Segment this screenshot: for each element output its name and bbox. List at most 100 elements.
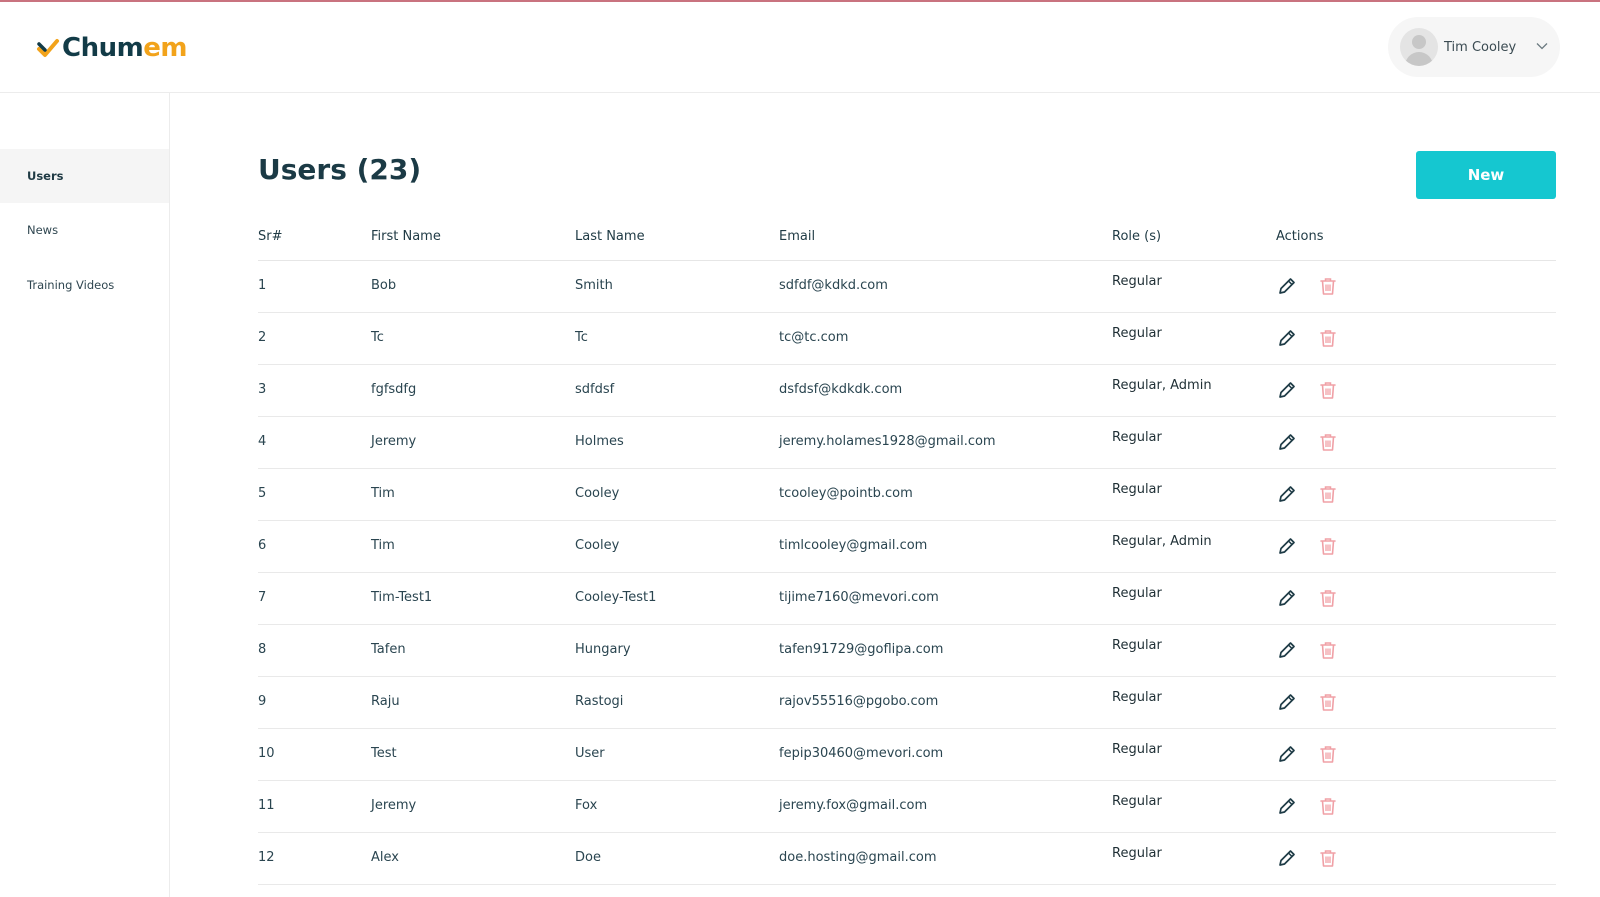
user-menu[interactable]: Tim Cooley — [1388, 17, 1560, 77]
delete-button[interactable] — [1317, 379, 1339, 401]
cell-email: timlcooley@gmail.com — [779, 538, 928, 553]
cell-first-name: Jeremy — [371, 798, 417, 813]
sidebar-item-training-videos[interactable]: Training Videos — [0, 258, 169, 312]
pencil-icon — [1276, 587, 1298, 609]
trash-icon — [1317, 431, 1339, 453]
delete-button[interactable] — [1317, 639, 1339, 661]
cell-first-name: Tim-Test1 — [371, 590, 433, 605]
table-row: 6 Tim Cooley timlcooley@gmail.com Regular, A… — [258, 521, 1556, 573]
edit-button[interactable] — [1276, 691, 1298, 713]
page-title: Users (23) — [258, 153, 422, 186]
cell-roles: Regular — [1112, 690, 1162, 705]
table-body: 1 Bob Smith sdfdf@kdkd.com Regular 2 Tc Tc tc@tc… — [258, 261, 1556, 885]
delete-button[interactable] — [1317, 587, 1339, 609]
table-row: 10 Test User fepip30460@mevori.com Regular — [258, 729, 1556, 781]
delete-button[interactable] — [1317, 847, 1339, 869]
cell-sr: 3 — [258, 382, 267, 397]
cell-last-name: Rastogi — [575, 694, 624, 709]
cell-roles: Regular — [1112, 482, 1162, 497]
cell-first-name: Tim — [371, 538, 395, 553]
cell-roles: Regular — [1112, 846, 1162, 861]
cell-email: tijime7160@mevori.com — [779, 590, 939, 605]
cell-email: doe.hosting@gmail.com — [779, 850, 937, 865]
cell-sr: 9 — [258, 694, 267, 709]
cell-last-name: Holmes — [575, 434, 624, 449]
cell-roles: Regular — [1112, 274, 1162, 289]
edit-button[interactable] — [1276, 587, 1298, 609]
cell-first-name: Jeremy — [371, 434, 417, 449]
table-row: 11 Jeremy Fox jeremy.fox@gmail.com Regular — [258, 781, 1556, 833]
cell-first-name: fgfsdfg — [371, 382, 417, 397]
trash-icon — [1317, 847, 1339, 869]
sidebar-item-news[interactable]: News — [0, 203, 169, 257]
edit-button[interactable] — [1276, 275, 1298, 297]
edit-button[interactable] — [1276, 847, 1298, 869]
trash-icon — [1317, 691, 1339, 713]
logo[interactable]: Chumem — [36, 32, 187, 64]
trash-icon — [1317, 275, 1339, 297]
table-row: 4 Jeremy Holmes jeremy.holames1928@gmail.co… — [258, 417, 1556, 469]
delete-button[interactable] — [1317, 431, 1339, 453]
new-user-button[interactable]: New — [1416, 151, 1556, 199]
cell-first-name: Test — [371, 746, 397, 761]
cell-first-name: Tim — [371, 486, 395, 501]
cell-last-name: Fox — [575, 798, 598, 813]
cell-last-name: sdfdsf — [575, 382, 615, 397]
cell-last-name: Hungary — [575, 642, 631, 657]
table-row: 2 Tc Tc tc@tc.com Regular — [258, 313, 1556, 365]
cell-sr: 10 — [258, 746, 275, 761]
pencil-icon — [1276, 691, 1298, 713]
table-row: 1 Bob Smith sdfdf@kdkd.com Regular — [258, 261, 1556, 313]
pencil-icon — [1276, 379, 1298, 401]
chevron-down-icon[interactable] — [1536, 42, 1548, 50]
trash-icon — [1317, 587, 1339, 609]
trash-icon — [1317, 379, 1339, 401]
cell-sr: 8 — [258, 642, 267, 657]
edit-button[interactable] — [1276, 743, 1298, 765]
table-row: 12 Alex Doe doe.hosting@gmail.com Regular — [258, 833, 1556, 885]
edit-button[interactable] — [1276, 379, 1298, 401]
edit-button[interactable] — [1276, 483, 1298, 505]
column-header-roles: Role (s) — [1112, 229, 1162, 244]
delete-button[interactable] — [1317, 483, 1339, 505]
cell-last-name: Cooley — [575, 486, 620, 501]
delete-button[interactable] — [1317, 327, 1339, 349]
cell-last-name: Cooley-Test1 — [575, 590, 657, 605]
trash-icon — [1317, 535, 1339, 557]
cell-last-name: Tc — [575, 330, 588, 345]
edit-button[interactable] — [1276, 535, 1298, 557]
cell-roles: Regular — [1112, 794, 1162, 809]
delete-button[interactable] — [1317, 535, 1339, 557]
cell-roles: Regular — [1112, 430, 1162, 445]
sidebar-item-users[interactable]: Users — [0, 149, 169, 203]
edit-button[interactable] — [1276, 639, 1298, 661]
cell-sr: 11 — [258, 798, 275, 813]
cell-sr: 4 — [258, 434, 267, 449]
cell-sr: 2 — [258, 330, 267, 345]
logo-text: Chumem — [62, 33, 187, 63]
delete-button[interactable] — [1317, 691, 1339, 713]
table-row: 9 Raju Rastogi rajov55516@pgobo.com Regular — [258, 677, 1556, 729]
delete-button[interactable] — [1317, 275, 1339, 297]
edit-button[interactable] — [1276, 431, 1298, 453]
cell-roles: Regular — [1112, 742, 1162, 757]
cell-email: rajov55516@pgobo.com — [779, 694, 939, 709]
table-row: 8 Tafen Hungary tafen91729@goflipa.com Regul… — [258, 625, 1556, 677]
pencil-icon — [1276, 483, 1298, 505]
cell-first-name: Alex — [371, 850, 399, 865]
delete-button[interactable] — [1317, 795, 1339, 817]
cell-last-name: Cooley — [575, 538, 620, 553]
cell-email: tcooley@pointb.com — [779, 486, 913, 501]
pencil-icon — [1276, 275, 1298, 297]
cell-roles: Regular — [1112, 326, 1162, 341]
column-header-last-name: Last Name — [575, 229, 645, 244]
cell-email: fepip30460@mevori.com — [779, 746, 944, 761]
edit-button[interactable] — [1276, 795, 1298, 817]
cell-first-name: Bob — [371, 278, 397, 293]
pencil-icon — [1276, 431, 1298, 453]
edit-button[interactable] — [1276, 327, 1298, 349]
column-header-first-name: First Name — [371, 229, 441, 244]
cell-email: tc@tc.com — [779, 330, 849, 345]
pencil-icon — [1276, 847, 1298, 869]
delete-button[interactable] — [1317, 743, 1339, 765]
